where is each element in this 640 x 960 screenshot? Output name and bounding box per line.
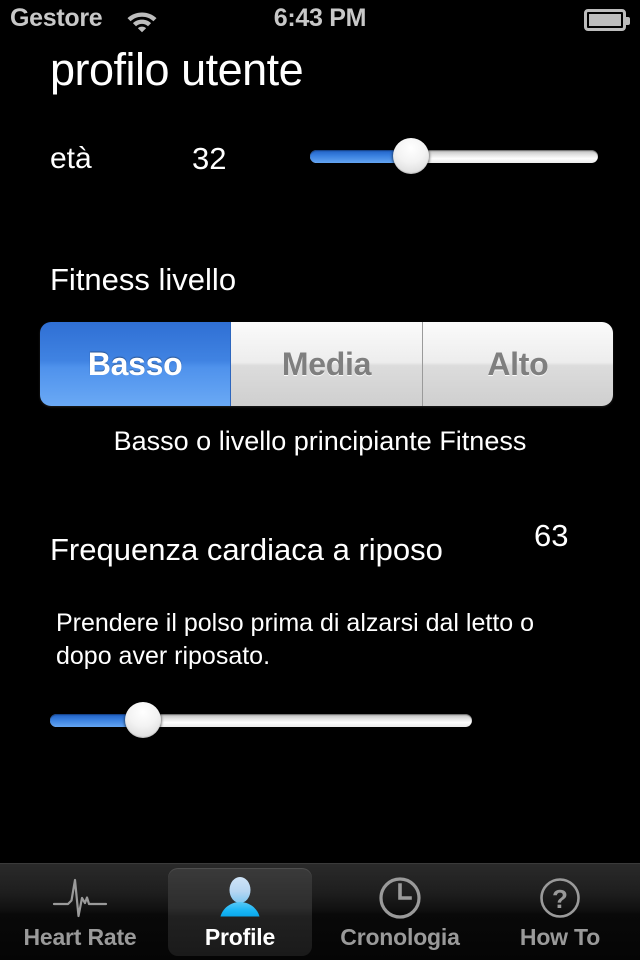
segment-media[interactable]: Media xyxy=(231,322,423,406)
resting-heart-rate-label: Frequenza cardiaca a riposo xyxy=(50,532,443,567)
app-screen: Gestore 6:43 PM profilo utente età 32 Fi… xyxy=(0,0,640,960)
question-circle-icon: ? xyxy=(532,874,588,922)
resting-heart-rate-value: 63 xyxy=(534,518,569,553)
clock-icon xyxy=(372,874,428,922)
resting-heart-rate-slider-thumb[interactable] xyxy=(124,702,161,738)
tab-cronologia[interactable]: Cronologia xyxy=(320,864,480,960)
segment-basso[interactable]: Basso xyxy=(40,322,232,406)
page-title: profilo utente xyxy=(50,44,304,95)
age-label: età xyxy=(50,142,92,175)
tab-label-how-to: How To xyxy=(519,924,601,950)
tab-profile[interactable]: Profile xyxy=(160,864,320,960)
tab-label-cronologia: Cronologia xyxy=(340,924,460,950)
battery-fill xyxy=(589,14,621,26)
tab-label-profile: Profile xyxy=(204,924,276,950)
tab-heart-rate[interactable]: Heart Rate xyxy=(0,864,160,960)
tab-label-heart-rate: Heart Rate xyxy=(23,924,137,950)
segment-alto[interactable]: Alto xyxy=(422,322,613,406)
status-time: 6:43 PM xyxy=(273,4,367,32)
fitness-level-help-text: Basso o livello principiante Fitness xyxy=(113,426,527,456)
fitness-level-label: Fitness livello xyxy=(50,262,237,297)
ecg-waveform-icon xyxy=(52,874,108,922)
person-icon xyxy=(212,874,268,922)
fitness-level-segmented-control[interactable]: Basso Media Alto xyxy=(40,322,613,406)
resting-heart-rate-slider[interactable] xyxy=(50,702,472,738)
resting-heart-rate-help-text: Prendere il polso prima di alzarsi dal l… xyxy=(56,609,535,670)
age-slider-thumb[interactable] xyxy=(392,138,429,174)
age-slider[interactable] xyxy=(310,138,598,174)
tab-how-to[interactable]: ? How To xyxy=(480,864,640,960)
svg-text:?: ? xyxy=(552,884,568,914)
age-value: 32 xyxy=(192,141,227,176)
status-bar: Gestore 6:43 PM xyxy=(0,0,640,40)
tab-bar: Heart Rate Profile Cronologia ? How To xyxy=(0,863,640,960)
battery-icon xyxy=(584,9,630,31)
